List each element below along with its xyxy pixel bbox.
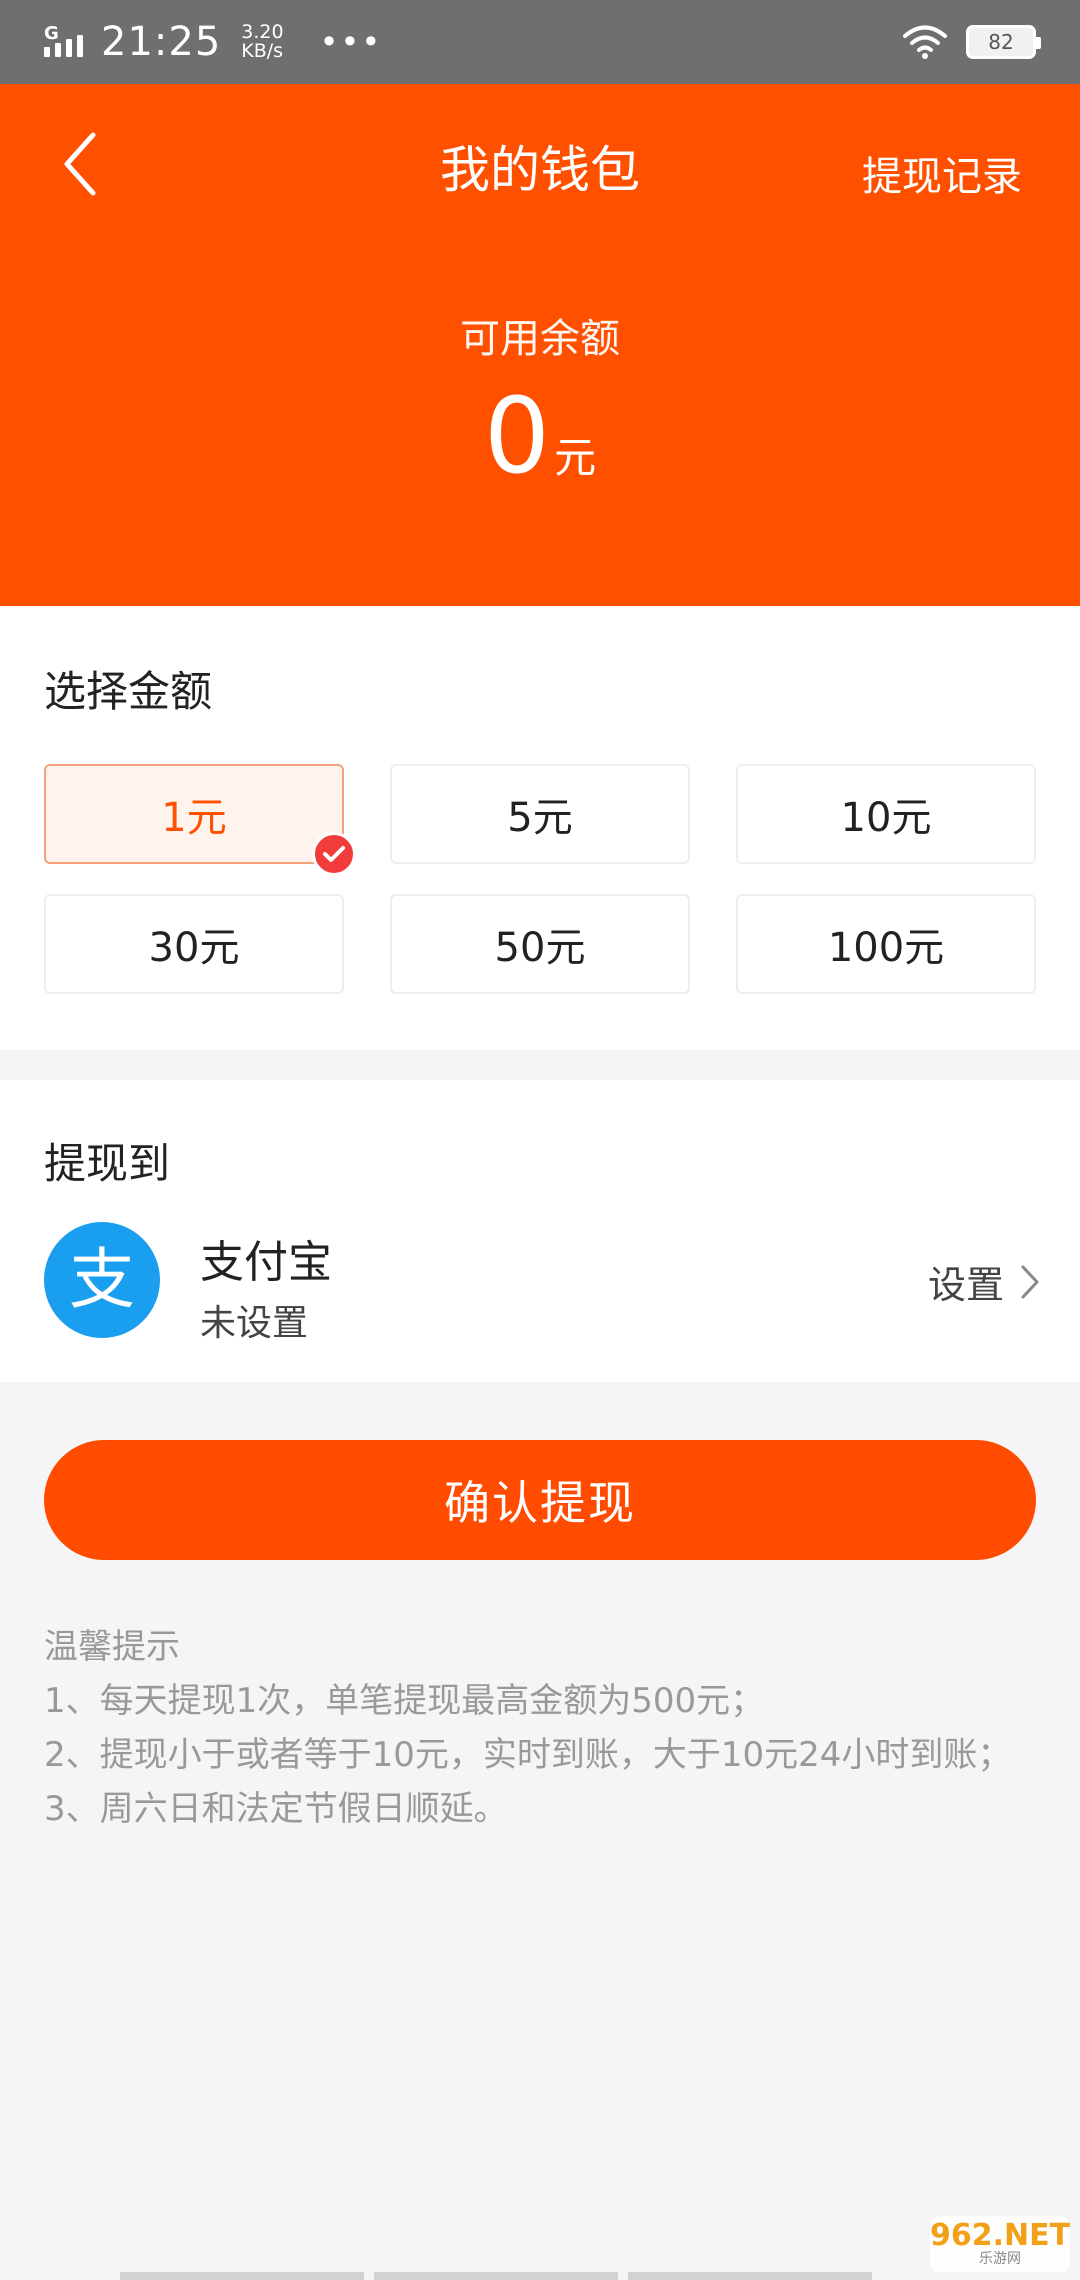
- payment-method-name: 支付宝: [200, 1237, 332, 1288]
- amount-option[interactable]: 5元: [390, 764, 690, 864]
- confirm-withdraw-button[interactable]: 确认提现: [44, 1440, 1036, 1560]
- balance-value: 0: [483, 375, 551, 497]
- withdraw-to-section: 提现到 支 支付宝 未设置 设置: [0, 1080, 1080, 1382]
- chevron-left-icon: [64, 132, 96, 196]
- alipay-glyph: 支: [69, 1241, 135, 1318]
- network-type: G: [44, 23, 59, 44]
- amount-section: 选择金额 1元 5元 10元 30元 50元 100元: [0, 606, 1080, 1050]
- status-bar: G 21:25 3.20 KB/s ••• 82: [0, 0, 1080, 84]
- battery-level: 82: [988, 30, 1014, 54]
- site-watermark: 962.NET 乐游网: [930, 2216, 1070, 2272]
- amount-option-label: 30元: [148, 925, 240, 971]
- balance-unit: 元: [554, 433, 597, 482]
- withdraw-history-link[interactable]: 提现记录: [862, 144, 1022, 202]
- check-icon: [312, 832, 356, 876]
- amount-option-label: 100元: [827, 925, 945, 971]
- amount-option[interactable]: 10元: [736, 764, 1036, 864]
- chevron-right-icon: [1021, 1265, 1039, 1298]
- tip-item: 1、每天提现1次，单笔提现最高金额为500元；: [44, 1681, 765, 1721]
- balance-label: 可用余额: [460, 316, 620, 362]
- signal-icon: G: [44, 23, 83, 57]
- battery-icon: 82: [966, 25, 1041, 59]
- withdraw-to-title: 提现到: [44, 1139, 171, 1188]
- alipay-icon: 支: [44, 1222, 160, 1338]
- network-speed: 3.20 KB/s: [241, 23, 283, 61]
- tips-title: 温馨提示: [44, 1627, 180, 1667]
- setup-button[interactable]: 设置: [928, 1254, 1040, 1309]
- watermark-main: 962.NET: [929, 2218, 1071, 2253]
- amount-option-label: 5元: [507, 795, 573, 841]
- amount-grid: 1元 5元 10元 30元 50元 100元: [44, 764, 1036, 994]
- amount-option[interactable]: 100元: [736, 894, 1036, 994]
- watermark-sub: 乐游网: [979, 2251, 1021, 2267]
- amount-option-selected[interactable]: 1元: [44, 764, 356, 876]
- wallet-header: 我的钱包 提现记录 可用余额 0元: [0, 84, 1080, 606]
- amount-option-label: 50元: [494, 925, 586, 971]
- payment-method-status: 未设置: [200, 1303, 309, 1344]
- status-time: 21:25: [101, 19, 222, 65]
- balance-display: 0元: [0, 384, 1080, 488]
- bottom-indicator: [120, 2272, 872, 2280]
- amount-option[interactable]: 50元: [390, 894, 690, 994]
- tips-section: 温馨提示 1、每天提现1次，单笔提现最高金额为500元； 2、提现小于或者等于1…: [44, 1620, 1044, 1836]
- setup-label: 设置: [927, 1263, 1004, 1307]
- amount-section-title: 选择金额: [44, 667, 213, 716]
- wifi-icon: [903, 25, 947, 59]
- tip-item: 2、提现小于或者等于10元，实时到账，大于10元24小时到账；: [44, 1735, 1012, 1775]
- speed-unit: KB/s: [241, 40, 284, 62]
- amount-option-label: 10元: [840, 795, 932, 841]
- tip-item: 3、周六日和法定节假日顺延。: [44, 1789, 508, 1829]
- alipay-row[interactable]: 支 支付宝 未设置 设置: [0, 1210, 1080, 1350]
- amount-option-label: 1元: [161, 795, 227, 841]
- back-button[interactable]: [54, 124, 104, 204]
- more-notifications-icon: •••: [319, 23, 383, 61]
- amount-option[interactable]: 30元: [44, 894, 344, 994]
